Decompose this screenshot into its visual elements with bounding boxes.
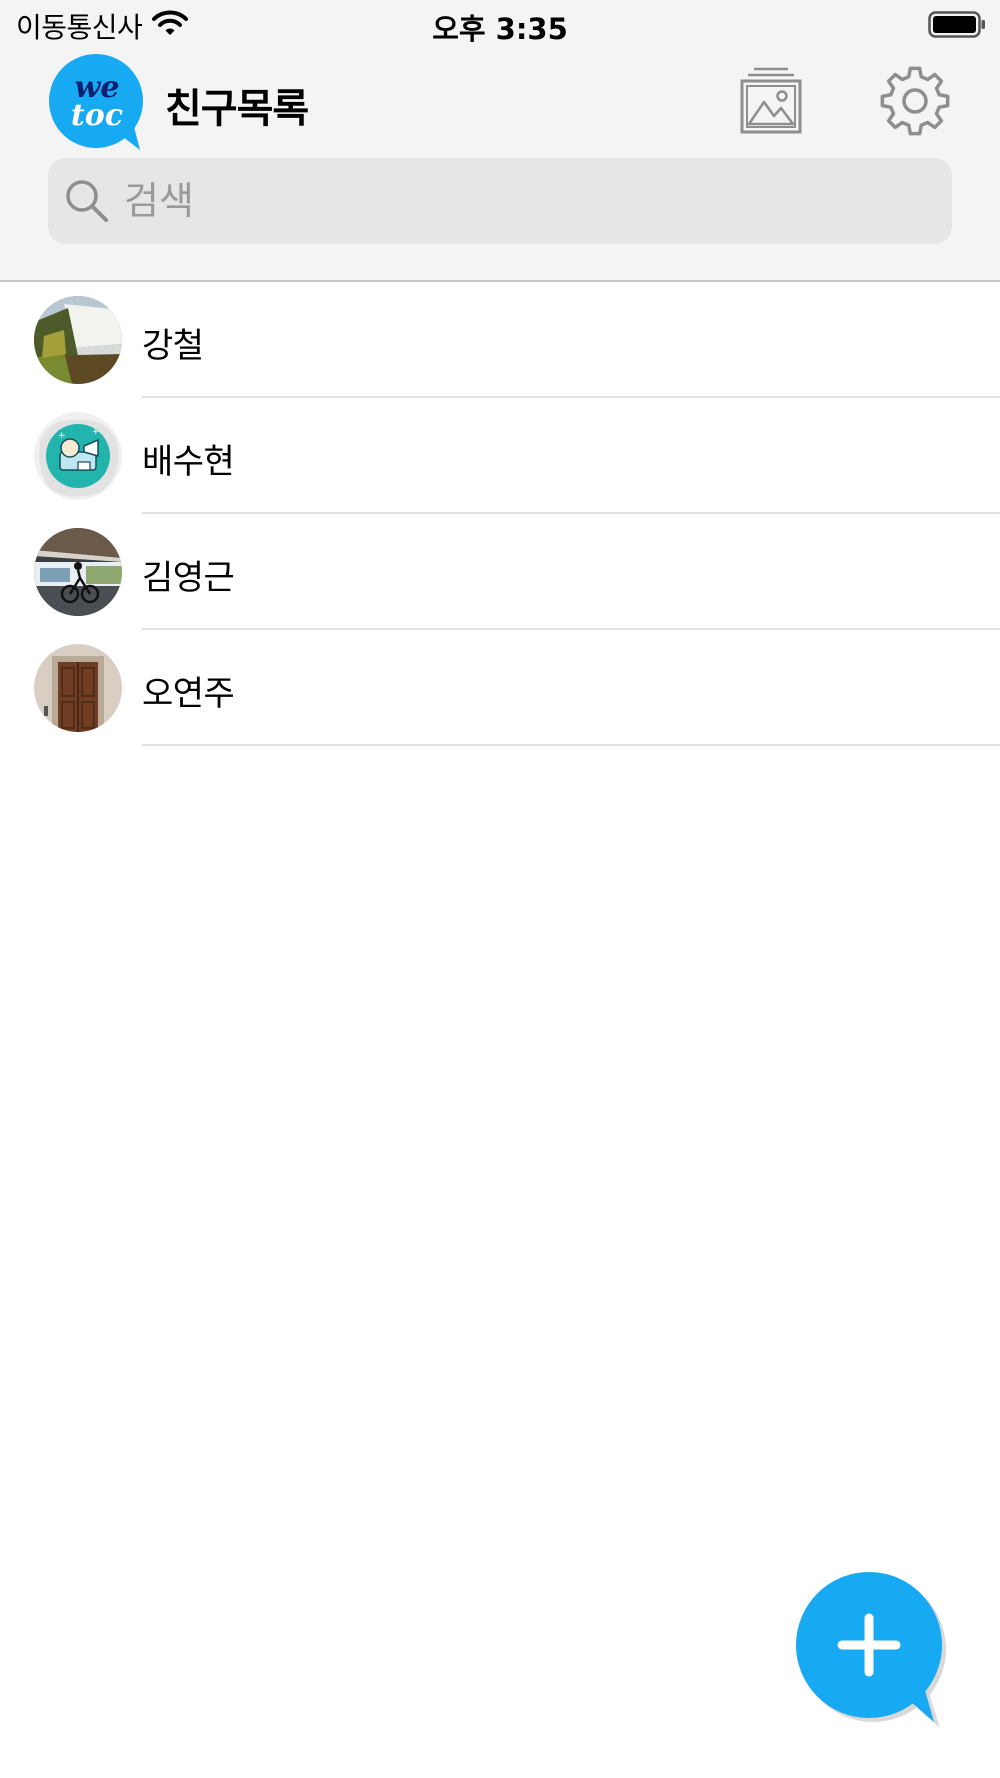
gallery-button[interactable] [740, 66, 802, 134]
avatar [34, 528, 122, 616]
friend-row[interactable]: 오연주 [0, 630, 1000, 746]
svg-text:+: + [92, 427, 100, 437]
page-title: 친구목록 [165, 86, 309, 132]
friend-row[interactable]: + + 배수현 [0, 398, 1000, 514]
friend-name: 배수현 [142, 442, 235, 482]
status-bar: 이동통신사 오후 3:35 [0, 0, 1000, 50]
gallery-icon [740, 67, 802, 134]
search-icon [64, 178, 110, 224]
status-time: 오후 3:35 [432, 12, 568, 46]
logo-text-bottom: toc [71, 98, 123, 133]
friend-name: 강철 [142, 326, 204, 366]
svg-text:+: + [58, 431, 66, 441]
top-header-area: 이동통신사 오후 3:35 we toc 친구목록 [0, 0, 1000, 282]
friend-list: 강철 + + 배수현 김영근 오연주 [0, 282, 1000, 746]
avatar [34, 296, 122, 384]
friend-row[interactable]: 강철 [0, 282, 1000, 398]
friend-row[interactable]: 김영근 [0, 514, 1000, 630]
search-bar [48, 158, 952, 244]
friend-name: 김영근 [142, 558, 235, 598]
plus-icon [796, 1572, 946, 1728]
row-divider [142, 744, 1000, 746]
add-friend-button[interactable] [794, 1570, 954, 1730]
settings-button[interactable] [878, 64, 952, 138]
avatar: + + [34, 412, 122, 500]
search-input[interactable] [118, 166, 940, 236]
friend-name: 오연주 [142, 674, 235, 714]
battery-icon [928, 11, 986, 38]
wetoc-logo: we toc [48, 53, 146, 151]
avatar [34, 644, 122, 732]
gear-icon [880, 66, 950, 136]
